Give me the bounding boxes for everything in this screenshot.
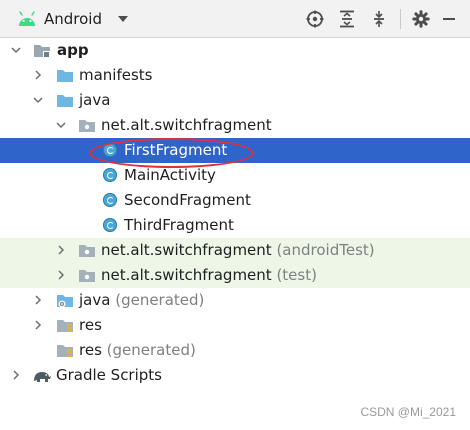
- collapse-all-icon[interactable]: [370, 10, 388, 28]
- tree-item-main-activity[interactable]: MainActivity: [0, 163, 470, 188]
- generated-source-folder-icon: [57, 295, 73, 308]
- chevron-right-icon[interactable]: [33, 320, 43, 330]
- tree-item-suffix: (androidTest): [276, 241, 375, 259]
- package-icon: [79, 270, 95, 282]
- gear-icon[interactable]: [412, 10, 430, 28]
- gradle-elephant-icon: [34, 372, 51, 382]
- tree-item-label: manifests: [79, 66, 153, 84]
- tree-item-app[interactable]: app: [0, 38, 470, 63]
- class-icon: [103, 168, 117, 182]
- tree-item-res-generated[interactable]: res (generated): [0, 338, 470, 363]
- chevron-right-icon[interactable]: [33, 295, 43, 305]
- tree-item-label: ThirdFragment: [124, 216, 234, 234]
- tree-item-java[interactable]: java: [0, 88, 470, 113]
- tree-item-label-group: java (generated): [79, 290, 204, 311]
- project-tree: app manifests java net.alt.switchfragmen…: [0, 38, 470, 430]
- tree-item-label-group: net.alt.switchfragment (test): [101, 265, 317, 286]
- chevron-right-icon[interactable]: [11, 370, 21, 380]
- tree-item-label: Gradle Scripts: [56, 366, 162, 384]
- tree-item-suffix: (generated): [106, 341, 196, 359]
- class-icon: [103, 218, 117, 232]
- view-selector-label[interactable]: Android: [44, 9, 102, 29]
- project-toolbar: Android: [0, 0, 470, 38]
- chevron-right-icon[interactable]: [33, 70, 43, 80]
- tree-item-label-group: res (generated): [79, 340, 196, 361]
- tree-item-package-test[interactable]: net.alt.switchfragment (test): [0, 263, 470, 288]
- tree-item-label-group: net.alt.switchfragment (androidTest): [101, 240, 375, 261]
- tree-item-label: net.alt.switchfragment: [101, 266, 272, 284]
- tree-item-label: res: [79, 341, 102, 359]
- chevron-right-icon[interactable]: [56, 270, 66, 280]
- tree-item-label: java: [79, 291, 111, 309]
- module-folder-icon: [34, 45, 50, 58]
- watermark: CSDN @Mi_2021: [360, 405, 456, 419]
- tree-item-res[interactable]: res: [0, 313, 470, 338]
- tree-item-label: SecondFragment: [124, 191, 251, 209]
- tree-item-suffix: (test): [276, 266, 317, 284]
- tree-item-suffix: (generated): [115, 291, 205, 309]
- tree-item-label: net.alt.switchfragment: [101, 116, 272, 134]
- chevron-down-icon[interactable]: [11, 45, 21, 55]
- tree-item-package-android-test[interactable]: net.alt.switchfragment (androidTest): [0, 238, 470, 263]
- resource-folder-icon: [57, 320, 73, 332]
- tree-item-label: res: [79, 316, 102, 334]
- annotation-ellipse: [89, 138, 254, 168]
- tree-item-package[interactable]: net.alt.switchfragment: [0, 113, 470, 138]
- tree-item-label: app: [57, 41, 89, 59]
- android-icon: [19, 11, 35, 26]
- source-folder-icon: [57, 95, 73, 107]
- resource-folder-icon: [57, 345, 73, 357]
- tree-item-third-fragment[interactable]: ThirdFragment: [0, 213, 470, 238]
- chevron-down-icon[interactable]: [56, 120, 66, 130]
- expand-all-icon[interactable]: [338, 10, 356, 28]
- chevron-down-icon[interactable]: [117, 14, 129, 24]
- tree-item-java-generated[interactable]: java (generated): [0, 288, 470, 313]
- folder-icon: [57, 70, 73, 82]
- tree-item-second-fragment[interactable]: SecondFragment: [0, 188, 470, 213]
- hide-icon[interactable]: [441, 10, 457, 28]
- tree-item-gradle-scripts[interactable]: Gradle Scripts: [0, 363, 470, 388]
- toolbar-separator: [400, 9, 401, 29]
- chevron-right-icon[interactable]: [56, 245, 66, 255]
- chevron-down-icon[interactable]: [33, 95, 43, 105]
- tree-item-label: MainActivity: [124, 166, 216, 184]
- tree-item-label: java: [79, 91, 111, 109]
- tree-item-label: net.alt.switchfragment: [101, 241, 272, 259]
- package-icon: [79, 120, 95, 132]
- package-icon: [79, 245, 95, 257]
- tree-item-manifests[interactable]: manifests: [0, 63, 470, 88]
- locate-icon[interactable]: [306, 10, 324, 28]
- class-icon: [103, 193, 117, 207]
